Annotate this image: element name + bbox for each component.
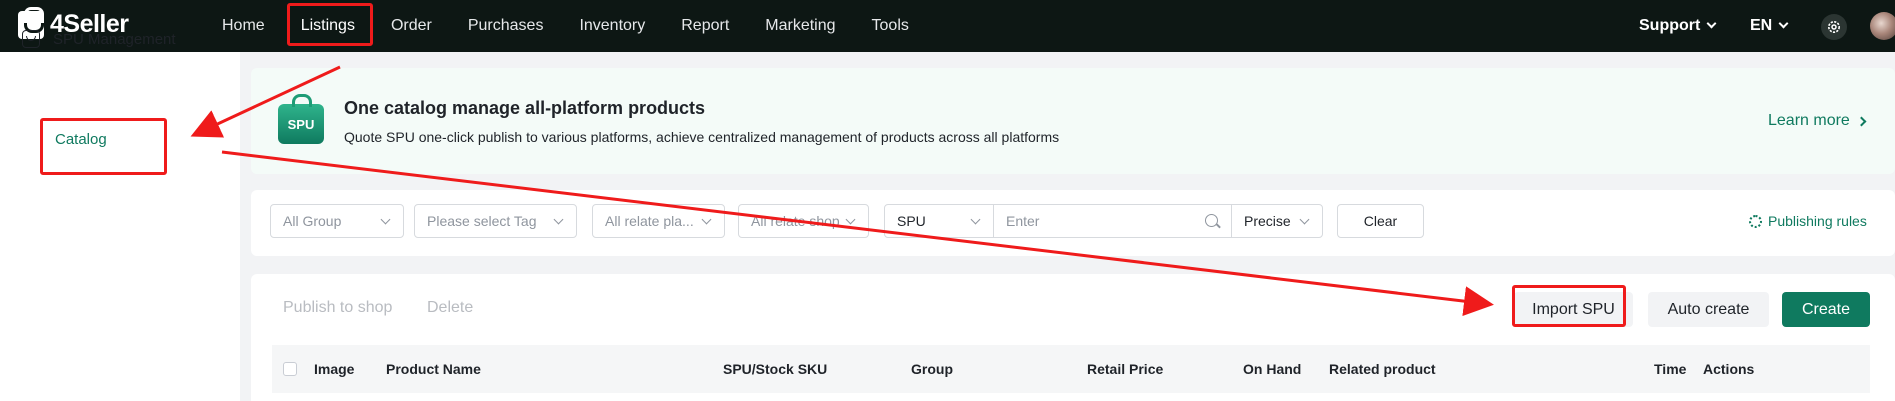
language-label: EN (1750, 17, 1773, 34)
column-header-related-product: Related product (1329, 361, 1436, 377)
gear-icon (1828, 21, 1840, 33)
clear-button[interactable]: Clear (1337, 204, 1424, 238)
nav-item-report[interactable]: Report (681, 17, 729, 35)
top-nav-bar: 4Seller Home Listings Order Purchases In… (0, 0, 1895, 52)
chevron-down-icon (845, 214, 856, 225)
settings-button[interactable] (1821, 14, 1847, 40)
select-all-checkbox[interactable] (283, 362, 297, 376)
tag-select-placeholder: Please select Tag (427, 213, 537, 229)
column-header-spu-stock-sku: SPU/Stock SKU (723, 361, 828, 377)
search-field-select[interactable]: SPU (884, 204, 994, 238)
spu-bag-icon: SPU (278, 94, 324, 144)
learn-more-label: Learn more (1768, 112, 1850, 129)
spu-badge-label: SPU (287, 116, 315, 132)
publishing-rules-link[interactable]: Publishing rules (1749, 213, 1867, 229)
column-header-group: Group (911, 361, 953, 377)
column-header-product-name: Product Name (386, 361, 481, 377)
chevron-down-icon (553, 214, 564, 225)
match-mode-value: Precise (1244, 213, 1291, 229)
shop-select[interactable]: All relate shop (738, 204, 869, 238)
platform-select[interactable]: All relate pla... (592, 204, 725, 238)
delete-button[interactable]: Delete (427, 299, 473, 317)
nav-item-home[interactable]: Home (222, 17, 265, 35)
chevron-down-icon (970, 214, 981, 225)
support-menu[interactable]: Support (1639, 0, 1717, 52)
annotation-box-listings (287, 3, 373, 46)
gear-icon (1749, 214, 1762, 228)
nav-item-inventory[interactable]: Inventory (579, 17, 645, 35)
column-header-actions: Actions (1703, 361, 1755, 377)
banner-title: One catalog manage all-platform products (344, 98, 706, 118)
table-header (272, 345, 1870, 393)
publish-to-shop-button[interactable]: Publish to shop (283, 299, 392, 317)
search-input[interactable]: Enter (993, 204, 1232, 238)
language-menu[interactable]: EN (1750, 0, 1789, 52)
chevron-down-icon (1299, 214, 1310, 225)
chevron-down-icon (701, 214, 712, 225)
sidebar-group-spu-management[interactable]: SPU Management (22, 30, 176, 48)
search-field-value: SPU (897, 213, 926, 229)
auto-create-button[interactable]: Auto create (1648, 292, 1769, 327)
publishing-rules-label: Publishing rules (1768, 213, 1867, 229)
match-mode-select[interactable]: Precise (1231, 204, 1323, 238)
column-header-time: Time (1654, 361, 1687, 377)
nav-item-order[interactable]: Order (391, 17, 432, 35)
platform-select-value: All relate pla... (605, 213, 694, 229)
shop-select-value: All relate shop (751, 213, 840, 229)
chevron-down-icon (1706, 18, 1717, 28)
sidebar-group-label: SPU Management (53, 30, 176, 48)
nav-item-tools[interactable]: Tools (872, 17, 909, 35)
nav-item-marketing[interactable]: Marketing (765, 17, 835, 35)
banner-subtitle: Quote SPU one-click publish to various p… (344, 129, 1060, 145)
chevron-down-icon (380, 214, 391, 225)
promo-banner (251, 68, 1895, 174)
create-button[interactable]: Create (1782, 292, 1870, 327)
user-avatar[interactable] (1870, 12, 1895, 40)
column-header-on-hand: On Hand (1243, 361, 1302, 377)
group-select-value: All Group (283, 213, 342, 229)
bag-icon (22, 30, 40, 48)
search-input-placeholder: Enter (1006, 213, 1040, 229)
tag-select[interactable]: Please select Tag (414, 204, 577, 238)
sidebar (0, 52, 240, 401)
column-header-retail-price: Retail Price (1087, 361, 1164, 377)
column-header-image: Image (314, 361, 355, 377)
chevron-right-icon (1856, 116, 1867, 126)
support-label: Support (1639, 17, 1701, 34)
nav-item-purchases[interactable]: Purchases (468, 17, 544, 35)
chevron-down-icon (1778, 18, 1789, 28)
search-icon[interactable] (1205, 214, 1218, 227)
annotation-box-catalog (40, 118, 167, 175)
learn-more-link[interactable]: Learn more (1768, 112, 1867, 130)
annotation-box-import-spu (1512, 285, 1626, 327)
group-select[interactable]: All Group (270, 204, 404, 238)
